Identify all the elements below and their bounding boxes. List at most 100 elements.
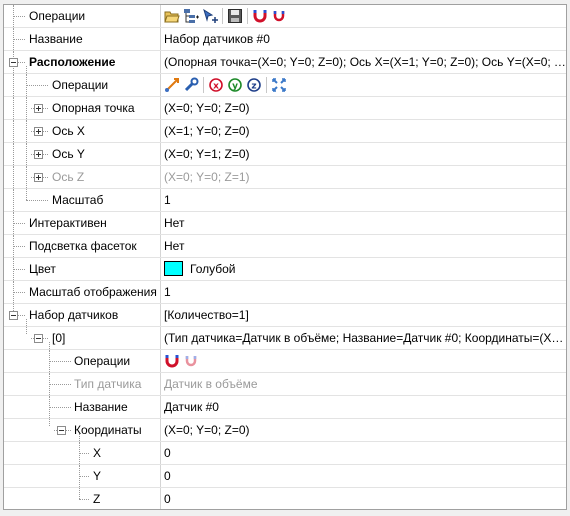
property-row-operations[interactable]: Операции [4, 5, 566, 28]
property-value[interactable]: (Тип датчика=Датчик в объёме; Название=Д… [161, 327, 566, 349]
property-label: Ось X [52, 124, 85, 138]
property-name-cell: Операции [4, 5, 161, 27]
property-label: [0] [52, 331, 66, 345]
property-row-coord-y[interactable]: Y 0 [4, 465, 566, 488]
property-name-cell: Масштаб отображения [4, 281, 161, 303]
svg-text:z: z [251, 82, 256, 92]
property-label: Тип датчика [74, 377, 142, 391]
property-value[interactable]: (X=0; Y=1; Z=0) [161, 143, 566, 165]
save-icon[interactable] [227, 8, 243, 24]
expand-toggle[interactable] [34, 127, 43, 136]
property-label: Цвет [29, 262, 56, 276]
magnet-icon[interactable] [164, 353, 180, 369]
pointer-add-icon[interactable] [202, 8, 218, 24]
property-row-sensor-operations[interactable]: Операции [4, 350, 566, 373]
property-value[interactable]: (Опорная точка=(X=0; Y=0; Z=0); Ось X=(X… [161, 51, 566, 73]
property-label: Опорная точка [52, 101, 135, 115]
property-row-sensor-set[interactable]: Набор датчиков [Количество=1] [4, 304, 566, 327]
color-value[interactable]: Голубой [161, 258, 566, 280]
magnet-icon[interactable] [252, 8, 268, 24]
property-row-placement-operations[interactable]: Операции x y z [4, 74, 566, 97]
property-row-interactive[interactable]: Интерактивен Нет [4, 212, 566, 235]
property-label: Операции [52, 78, 109, 92]
property-name-cell: Ось Y [4, 143, 161, 165]
color-swatch [164, 261, 183, 276]
property-grid: Операции Название Набор датчиков #0 Расп… [3, 4, 567, 510]
fit-icon[interactable] [271, 77, 287, 93]
property-row-display-scale[interactable]: Масштаб отображения 1 [4, 281, 566, 304]
property-row-scale[interactable]: Масштаб 1 [4, 189, 566, 212]
property-value[interactable]: Нет [161, 235, 566, 257]
property-name-cell: Цвет [4, 258, 161, 280]
property-name-cell: Подсветка фасеток [4, 235, 161, 257]
property-name-cell: Масштаб [4, 189, 161, 211]
property-value[interactable]: [Количество=1] [161, 304, 566, 326]
property-name-cell: [0] [4, 327, 161, 349]
property-name-cell: Координаты [4, 419, 161, 441]
color-name: Голубой [190, 262, 236, 276]
property-row-axis-y[interactable]: Ось Y (X=0; Y=1; Z=0) [4, 143, 566, 166]
property-row-coord-z[interactable]: Z 0 [4, 488, 566, 509]
property-value[interactable]: 0 [161, 442, 566, 464]
magnet-remove-icon[interactable] [271, 8, 287, 24]
property-row-sensor-type: Тип датчика Датчик в объёме [4, 373, 566, 396]
property-row-axis-z: Ось Z (X=0; Y=0; Z=1) [4, 166, 566, 189]
property-value[interactable]: 0 [161, 465, 566, 487]
property-value[interactable]: Набор датчиков #0 [161, 28, 566, 50]
property-label: Координаты [74, 423, 142, 437]
property-row-origin[interactable]: Опорная точка (X=0; Y=0; Z=0) [4, 97, 566, 120]
property-row-placement[interactable]: Расположение (Опорная точка=(X=0; Y=0; Z… [4, 51, 566, 74]
svg-text:y: y [232, 82, 238, 92]
property-name-cell: Операции [4, 350, 161, 372]
property-value[interactable]: Нет [161, 212, 566, 234]
operations-toolbar [161, 5, 566, 27]
property-name-cell: Расположение [4, 51, 161, 73]
property-value: (X=0; Y=0; Z=1) [164, 170, 250, 184]
property-row-name[interactable]: Название Набор датчиков #0 [4, 28, 566, 51]
property-value[interactable]: 1 [161, 281, 566, 303]
rotate-z-icon[interactable]: z [246, 77, 262, 93]
property-value[interactable]: 0 [161, 488, 566, 509]
property-name-cell: X [4, 442, 161, 464]
move-axis-icon[interactable] [164, 77, 180, 93]
property-row-facet-highlight[interactable]: Подсветка фасеток Нет [4, 235, 566, 258]
collapse-toggle[interactable] [34, 334, 43, 343]
open-folder-icon[interactable] [164, 8, 180, 24]
property-name-cell: Операции [4, 74, 161, 96]
expand-toggle[interactable] [34, 150, 43, 159]
collapse-toggle[interactable] [9, 311, 18, 320]
property-value[interactable]: (X=1; Y=0; Z=0) [161, 120, 566, 142]
property-label: Набор датчиков [29, 308, 119, 322]
property-label: Y [93, 469, 102, 483]
rotate-y-icon[interactable]: y [227, 77, 243, 93]
wrench-icon[interactable] [183, 77, 199, 93]
property-row-color[interactable]: Цвет Голубой [4, 258, 566, 281]
expand-toggle[interactable] [34, 173, 43, 182]
property-label: Название [74, 400, 128, 414]
property-row-axis-x[interactable]: Ось X (X=1; Y=0; Z=0) [4, 120, 566, 143]
property-row-coordinates[interactable]: Координаты (X=0; Y=0; Z=0) [4, 419, 566, 442]
property-value[interactable]: (X=0; Y=0; Z=0) [161, 419, 566, 441]
property-value[interactable]: Датчик #0 [161, 396, 566, 418]
property-row-coord-x[interactable]: X 0 [4, 442, 566, 465]
property-label: Расположение [29, 55, 116, 69]
placement-operations-toolbar: x y z [161, 74, 566, 96]
property-label: Ось Z [52, 170, 85, 184]
collapse-toggle[interactable] [9, 58, 18, 67]
svg-text:x: x [213, 82, 219, 92]
property-value[interactable]: (X=0; Y=0; Z=0) [161, 97, 566, 119]
tree-add-icon[interactable] [183, 8, 199, 24]
property-label: Масштаб отображения [29, 285, 157, 299]
property-label: Масштаб [52, 193, 104, 207]
collapse-toggle[interactable] [57, 426, 66, 435]
property-name-cell: Опорная точка [4, 97, 161, 119]
property-name-cell: Ось X [4, 120, 161, 142]
magnet-remove-icon[interactable] [183, 353, 199, 369]
property-row-sensor-name[interactable]: Название Датчик #0 [4, 396, 566, 419]
property-name-cell: Интерактивен [4, 212, 161, 234]
property-row-sensor-item[interactable]: [0] (Тип датчика=Датчик в объёме; Назван… [4, 327, 566, 350]
rotate-x-icon[interactable]: x [208, 77, 224, 93]
expand-toggle[interactable] [34, 104, 43, 113]
property-value[interactable]: 1 [161, 189, 566, 211]
property-label: Операции [74, 354, 131, 368]
